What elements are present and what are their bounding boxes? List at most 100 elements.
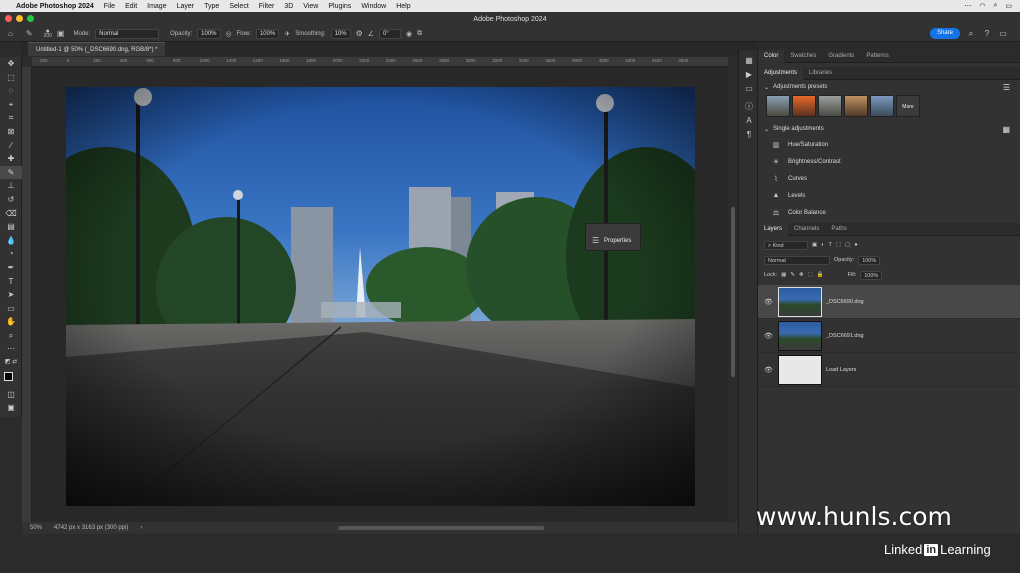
smoothing-settings-icon[interactable]: ⚙ <box>356 29 363 38</box>
tab-patterns[interactable]: Patterns <box>860 50 894 63</box>
canvas-area[interactable]: ☰ Properties <box>32 67 728 522</box>
flow-input[interactable]: 100% <box>255 28 280 39</box>
type-tool-icon[interactable]: T <box>0 275 22 289</box>
tab-layers[interactable]: Layers <box>758 222 789 236</box>
tab-libraries[interactable]: Libraries <box>803 67 838 80</box>
filter-adjustment-icon[interactable]: ◐ <box>821 242 824 248</box>
vertical-scrollbar[interactable] <box>728 57 738 522</box>
status-menu-chevron-icon[interactable]: › <box>140 525 142 531</box>
screen-mode-icon[interactable]: ▣ <box>0 401 22 415</box>
frame-tool-icon[interactable]: ⊠ <box>0 125 22 139</box>
hand-tool-icon[interactable]: ✋ <box>0 315 22 329</box>
filter-smart-object-icon[interactable]: ▢ <box>845 242 850 248</box>
healing-brush-tool-icon[interactable]: ✚ <box>0 152 22 166</box>
brush-settings-icon[interactable]: ▣ <box>57 29 65 38</box>
character-panel-icon[interactable]: A <box>739 114 759 128</box>
layer-name[interactable]: _DSC6690.dng <box>826 299 864 305</box>
lock-paint-icon[interactable]: ✎ <box>790 272 795 278</box>
lock-artboard-icon[interactable]: ⬚ <box>808 272 813 278</box>
paragraph-panel-icon[interactable]: ¶ <box>739 128 759 142</box>
presets-more-button[interactable]: More <box>896 95 920 117</box>
tab-color[interactable]: Color <box>758 49 785 63</box>
wifi-icon[interactable]: ◠ <box>979 2 985 10</box>
actions-panel-icon[interactable]: ▶ <box>739 68 759 82</box>
pressure-size-icon[interactable]: ◉ <box>406 30 412 38</box>
menu-window[interactable]: Window <box>361 3 386 10</box>
more-tools-icon[interactable]: ⋯ <box>0 342 22 356</box>
layer-name[interactable]: Load Layers <box>826 367 856 373</box>
eraser-tool-icon[interactable]: ⌫ <box>0 207 22 221</box>
adjustment-color-balance[interactable]: ⚖ Color Balance <box>758 204 1020 221</box>
preset-thumbnail[interactable] <box>844 95 868 117</box>
menu-edit[interactable]: Edit <box>125 3 137 10</box>
airbrush-icon[interactable]: ✈ <box>284 30 290 38</box>
history-brush-tool-icon[interactable]: ↺ <box>0 193 22 207</box>
filter-type-icon[interactable]: T <box>829 242 832 248</box>
properties-label[interactable]: Properties <box>604 238 631 244</box>
lasso-tool-icon[interactable]: ◌ <box>0 84 22 98</box>
clone-stamp-tool-icon[interactable]: ⊥ <box>0 179 22 193</box>
properties-popup[interactable]: ☰ Properties <box>585 223 641 251</box>
battery-icon[interactable]: ▭ <box>1005 2 1012 10</box>
pressure-opacity-icon[interactable]: ◎ <box>226 30 232 38</box>
menu-image[interactable]: Image <box>147 3 166 10</box>
preset-thumbnail[interactable] <box>766 95 790 117</box>
info-panel-icon[interactable]: ⓘ <box>739 100 759 114</box>
layer-opacity-input[interactable]: 100% <box>858 255 881 265</box>
menu-help[interactable]: Help <box>396 3 410 10</box>
comments-panel-icon[interactable]: ▭ <box>739 82 759 96</box>
preset-thumbnail[interactable] <box>818 95 842 117</box>
eyedropper-tool-icon[interactable]: ⁄ <box>0 139 22 153</box>
list-view-icon[interactable]: ☰ <box>1003 83 1010 92</box>
dodge-tool-icon[interactable]: ◔ <box>0 247 22 261</box>
tab-swatches[interactable]: Swatches <box>784 50 822 63</box>
layer-row[interactable]: 👁 _DSC6690.dng <box>758 285 1020 319</box>
filter-shape-icon[interactable]: ⬚ <box>836 242 841 248</box>
help-icon[interactable]: ? <box>982 28 992 39</box>
crop-tool-icon[interactable]: ⌗ <box>0 111 22 125</box>
preset-thumbnail[interactable] <box>870 95 894 117</box>
menu-type[interactable]: Type <box>204 3 219 10</box>
default-colors-icon[interactable]: ◩ ⇄ <box>0 356 22 370</box>
opacity-input[interactable]: 100% <box>197 28 221 39</box>
adjustment-brightness-contrast[interactable]: ☀ Brightness/Contrast <box>758 153 1020 170</box>
adjustment-presets-header[interactable]: ⌄ Adjustments presets ☰ <box>758 80 1020 94</box>
foreground-color-swatch[interactable] <box>4 371 13 381</box>
adjustment-curves[interactable]: ⌇ Curves <box>758 170 1020 187</box>
path-select-tool-icon[interactable]: ➤ <box>0 288 22 302</box>
home-icon[interactable]: ⌂ <box>8 29 13 38</box>
marquee-tool-icon[interactable]: ⬚ <box>0 71 22 85</box>
gradient-tool-icon[interactable]: ▤ <box>0 220 22 234</box>
smoothing-input[interactable]: 10% <box>330 28 351 39</box>
pen-tool-icon[interactable]: ✒ <box>0 261 22 275</box>
layer-name[interactable]: _DSC6691.dng <box>826 333 864 339</box>
layer-row[interactable]: 👁 _DSC6691.dng <box>758 319 1020 353</box>
search-icon[interactable]: ⌕ <box>966 28 976 39</box>
filter-pixel-icon[interactable]: ▣ <box>812 242 817 248</box>
quick-mask-icon[interactable]: ◫ <box>0 388 22 402</box>
tab-adjustments[interactable]: Adjustments <box>758 66 804 80</box>
menu-select[interactable]: Select <box>229 3 248 10</box>
blur-tool-icon[interactable]: 💧 <box>0 234 22 248</box>
angle-input[interactable]: 0° <box>379 28 402 39</box>
minimize-window-button[interactable] <box>16 15 23 22</box>
blend-mode-select[interactable]: Normal <box>764 255 830 265</box>
menu-filter[interactable]: Filter <box>259 3 275 10</box>
move-tool-icon[interactable]: ✥ <box>0 57 22 71</box>
layer-row[interactable]: 👁 Load Layers <box>758 353 1020 387</box>
menu-plugins[interactable]: Plugins <box>328 3 351 10</box>
document-tab[interactable]: Untitled-1 @ 50% (_DSC6690.dng, RGB/8*) … <box>28 42 166 56</box>
zoom-window-button[interactable] <box>27 15 34 22</box>
menu-layer[interactable]: Layer <box>177 3 195 10</box>
filter-toggle-icon[interactable]: ● <box>854 242 857 248</box>
document-info[interactable]: 4742 px x 3163 px (300 ppi) <box>54 525 128 531</box>
visibility-eye-icon[interactable]: 👁 <box>764 298 774 306</box>
menu-view[interactable]: View <box>303 3 318 10</box>
symmetry-icon[interactable]: ⧉ <box>417 30 422 38</box>
lock-position-icon[interactable]: ✥ <box>799 272 804 278</box>
lock-pixels-icon[interactable]: ▦ <box>781 272 786 278</box>
menubar-app-name[interactable]: Adobe Photoshop 2024 <box>16 3 94 10</box>
object-select-tool-icon[interactable]: ⌖ <box>0 98 22 112</box>
tab-paths[interactable]: Paths <box>825 223 852 236</box>
vertical-scroll-thumb[interactable] <box>731 207 735 377</box>
